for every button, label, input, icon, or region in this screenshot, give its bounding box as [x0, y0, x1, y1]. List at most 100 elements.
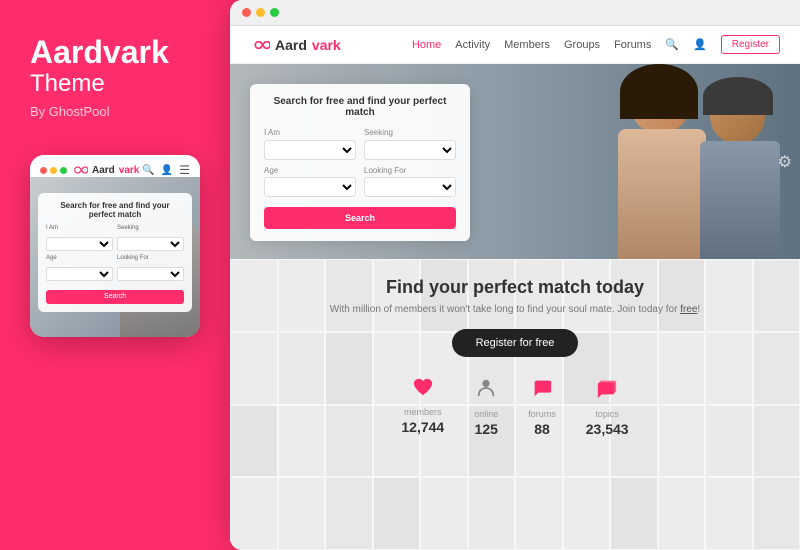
- mobile-i-am-select[interactable]: [46, 237, 113, 251]
- mobile-menu-icon[interactable]: ☰: [179, 163, 190, 177]
- hero-search-form: Search for free and find your perfect ma…: [250, 84, 470, 241]
- mobile-form-row-2: Age Looking For: [46, 255, 184, 281]
- mobile-looking-label: Looking For: [117, 255, 184, 261]
- mobile-looking-select[interactable]: [117, 267, 184, 281]
- stat-members: members 12,744: [401, 377, 444, 437]
- nav-register-button[interactable]: Register: [721, 35, 780, 54]
- profile-cell: [230, 477, 278, 550]
- desktop-logo-pink: vark: [312, 37, 341, 53]
- mobile-dot-yellow: [50, 167, 57, 174]
- find-match-title: Find your perfect match today: [250, 277, 780, 298]
- hero-i-am-group: I Am: [264, 128, 356, 160]
- hero-man: [695, 79, 785, 259]
- mobile-logo: Aard vark: [70, 165, 139, 176]
- profile-cell: [705, 477, 753, 550]
- hero-seeking-label: Seeking: [364, 128, 456, 137]
- browser-dot-green[interactable]: [270, 8, 279, 17]
- mobile-i-am-group: I Am: [46, 225, 113, 251]
- mobile-logo-black: Aard: [92, 165, 115, 176]
- online-label: online: [474, 409, 498, 419]
- hero-age-select[interactable]: [264, 177, 356, 197]
- mobile-search-title: Search for free and find your perfect ma…: [46, 201, 184, 219]
- hero-seeking-select[interactable]: [364, 140, 456, 160]
- browser-chrome: [230, 0, 800, 26]
- nav-link-members[interactable]: Members: [504, 39, 550, 51]
- nav-link-forums[interactable]: Forums: [614, 39, 651, 51]
- hero-woman-body: [618, 129, 706, 259]
- nav-link-home[interactable]: Home: [412, 39, 441, 51]
- mobile-seeking-label: Seeking: [117, 225, 184, 231]
- left-panel: Aardvark Theme By GhostPool Aard vark 🔍 👤…: [0, 0, 230, 550]
- stat-topics: topics 23,543: [586, 377, 629, 437]
- lower-content: Find your perfect match today With milli…: [250, 277, 780, 437]
- right-panel: Aardvark Home Activity Members Groups Fo…: [230, 0, 800, 550]
- stats-row: members 12,744 online 125: [250, 377, 780, 437]
- topics-label: topics: [595, 409, 619, 419]
- chat2-icon: [596, 377, 618, 405]
- hero-man-hat: [703, 77, 773, 115]
- hero-form-row-1: I Am Seeking: [264, 128, 456, 160]
- heart-icon: [412, 377, 434, 403]
- mobile-search-form: Search for free and find your perfect ma…: [38, 193, 192, 312]
- members-label: members: [404, 407, 442, 417]
- hero-man-body: [700, 141, 780, 259]
- hero-age-group: Age: [264, 166, 356, 198]
- hero-looking-select[interactable]: [364, 177, 456, 197]
- profile-cell: [563, 477, 611, 550]
- stat-online: online 125: [474, 377, 498, 437]
- profile-cell: [658, 477, 706, 550]
- desktop-nav: Aardvark Home Activity Members Groups Fo…: [230, 26, 800, 64]
- user-icon: [475, 377, 497, 405]
- browser-dot-red[interactable]: [242, 8, 251, 17]
- hero-i-am-label: I Am: [264, 128, 356, 137]
- hero-looking-label: Looking For: [364, 166, 456, 175]
- mobile-window-controls: [40, 167, 67, 174]
- profile-cell: [373, 477, 421, 550]
- nav-link-activity[interactable]: Activity: [455, 39, 490, 51]
- profile-cell: [610, 477, 658, 550]
- mobile-top-bar: Aard vark 🔍 👤 ☰: [30, 155, 200, 177]
- lower-section: Find your perfect match today With milli…: [230, 259, 800, 550]
- hero-i-am-select[interactable]: [264, 140, 356, 160]
- profile-cell: [278, 477, 326, 550]
- mobile-looking-group: Looking For: [117, 255, 184, 281]
- nav-link-groups[interactable]: Groups: [564, 39, 600, 51]
- mobile-search-button[interactable]: Search: [46, 290, 184, 304]
- hero-section: Search for free and find your perfect ma…: [230, 64, 800, 259]
- profile-cell: [420, 477, 468, 550]
- mobile-logo-pink: vark: [119, 165, 140, 176]
- chat-icon: [531, 377, 553, 405]
- hero-search-button[interactable]: Search: [264, 207, 456, 229]
- topics-count: 23,543: [586, 421, 629, 437]
- brand-by: By GhostPool: [30, 104, 110, 119]
- mobile-dot-green: [60, 167, 67, 174]
- mobile-hero: Search for free and find your perfect ma…: [30, 177, 200, 337]
- mobile-nav-icons: 🔍 👤 ☰: [142, 163, 190, 177]
- hero-search-title: Search for free and find your perfect ma…: [264, 96, 456, 118]
- browser-dot-yellow[interactable]: [256, 8, 265, 17]
- desktop-logo: Aardvark: [250, 37, 341, 53]
- mobile-form-row-1: I Am Seeking: [46, 225, 184, 251]
- mobile-age-label: Age: [46, 255, 113, 261]
- website-content: Aardvark Home Activity Members Groups Fo…: [230, 26, 800, 550]
- mobile-mockup: Aard vark 🔍 👤 ☰ Search for free and find …: [30, 155, 200, 337]
- profile-cell: [325, 477, 373, 550]
- mobile-dot-red: [40, 167, 47, 174]
- mobile-age-group: Age: [46, 255, 113, 281]
- mobile-user-icon[interactable]: 👤: [161, 165, 173, 176]
- find-match-subtitle: With million of members it won't take lo…: [250, 304, 780, 315]
- profile-cell: [468, 477, 516, 550]
- mobile-age-select[interactable]: [46, 267, 113, 281]
- register-free-button[interactable]: Register for free: [452, 329, 579, 357]
- gear-icon[interactable]: ⚙: [778, 152, 792, 172]
- brand-title: Aardvark Theme: [30, 35, 169, 104]
- mobile-search-icon[interactable]: 🔍: [142, 165, 154, 176]
- hero-looking-group: Looking For: [364, 166, 456, 198]
- mobile-i-am-label: I Am: [46, 225, 113, 231]
- desktop-infinity-icon: [250, 39, 270, 51]
- stat-forums: forums 88: [528, 377, 556, 437]
- nav-search-icon[interactable]: 🔍: [665, 38, 679, 51]
- mobile-seeking-select[interactable]: [117, 237, 184, 251]
- profile-cell: [753, 477, 800, 550]
- nav-user-icon[interactable]: 👤: [693, 38, 707, 51]
